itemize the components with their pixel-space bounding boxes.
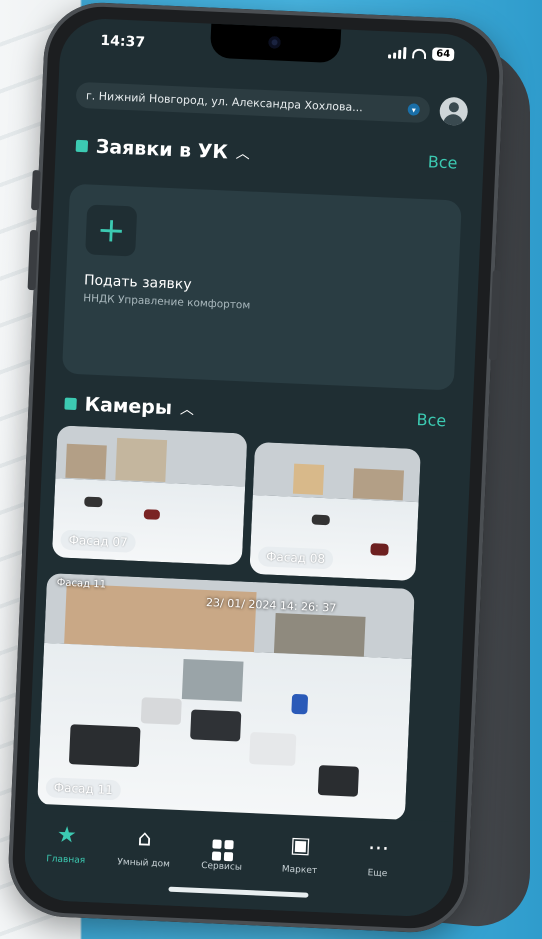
bag-icon: ▣ [289,832,312,859]
camera-thumbnail[interactable]: Фасад 08 [249,441,421,582]
submit-request-subtitle: ННДК Управление комфортом [82,292,251,312]
status-time: 14:37 [100,32,146,51]
more-icon: ··· [367,836,390,863]
tab-label: Главная [46,854,86,866]
camera-car [84,496,103,508]
requests-all-link[interactable]: Все [427,152,457,172]
cameras-title[interactable]: Камеры [84,393,172,419]
camera-building [352,468,405,501]
submit-request-card[interactable]: + Подать заявку ННДК Управление комфорто… [61,183,462,391]
video-camera-icon [64,397,77,411]
camera-snow [249,494,419,582]
star-icon: ★ [56,822,78,849]
home-indicator[interactable] [168,886,309,898]
submit-request-label: Подать заявку [83,272,192,294]
tab-more[interactable]: ··· Еще [342,835,414,880]
side-button [31,169,41,211]
camera-car [311,514,330,526]
camera-label: Фасад 07 [60,529,137,553]
cameras-all-link[interactable]: Все [416,409,446,429]
camera-car [143,509,161,520]
camera-thumbnail[interactable]: Фасад 11 23/ 01/ 2024 14: 26: 37 Фасад 1… [37,572,415,821]
chevron-down-icon: ▾ [407,103,421,116]
camera-building [64,583,257,653]
camera-car [249,732,297,766]
screen: 14:37 64 г. Нижний Новгород, ул. Алексан… [22,17,490,918]
camera-trash-bin [291,693,309,715]
tab-label: Сервисы [200,860,243,873]
camera-building [273,612,366,657]
tab-label: Умный дом [117,857,171,870]
camera-thumbnail[interactable]: Фасад 07 [51,425,248,566]
phone-frame: 14:37 64 г. Нижний Новгород, ул. Алексан… [6,0,506,935]
tab-bar: ★ Главная ⌂ Умный дом Сервисы ▣ Маркет ·… [22,803,455,918]
side-button [27,229,39,291]
tab-home[interactable]: ★ Главная [31,822,103,867]
avatar[interactable] [439,96,469,126]
grid-icon [187,828,258,862]
camera-building [292,463,325,495]
battery-icon: 64 [432,47,455,62]
tab-label: Еще [367,868,388,880]
camera-garage [181,659,244,702]
camera-car [370,543,389,556]
tab-services[interactable]: Сервисы [186,828,258,873]
requests-title[interactable]: Заявки в УК [95,136,228,164]
camera-overlay-name: Фасад 11 [56,577,107,591]
camera-snow [51,478,246,566]
camera-building [65,443,107,480]
camera-car [68,724,141,768]
requests-header: Заявки в УК ︿ Все [75,132,458,177]
tab-smart-home[interactable]: ⌂ Умный дом [108,825,180,870]
camera-building [115,437,168,483]
plus-icon[interactable]: + [85,204,138,257]
chevron-up-icon[interactable]: ︿ [180,399,195,420]
wifi-icon [412,47,427,59]
camera-car [140,697,182,725]
camera-car [190,709,242,742]
document-icon [75,139,89,153]
signal-icon [388,46,407,59]
address-text: г. Нижний Новгород, ул. Александра Хохло… [85,88,364,114]
address-selector[interactable]: г. Нижний Новгород, ул. Александра Хохло… [75,81,431,124]
house-icon: ⌂ [137,826,153,852]
address-row: г. Нижний Новгород, ул. Александра Хохло… [75,80,469,127]
camera-car [317,765,360,797]
chevron-up-icon[interactable]: ︿ [235,143,251,164]
camera-label: Фасад 11 [45,777,122,801]
status-icons: 64 [388,45,455,62]
tab-label: Маркет [281,864,318,877]
tab-market[interactable]: ▣ Маркет [264,832,336,877]
camera-label: Фасад 08 [257,546,334,570]
